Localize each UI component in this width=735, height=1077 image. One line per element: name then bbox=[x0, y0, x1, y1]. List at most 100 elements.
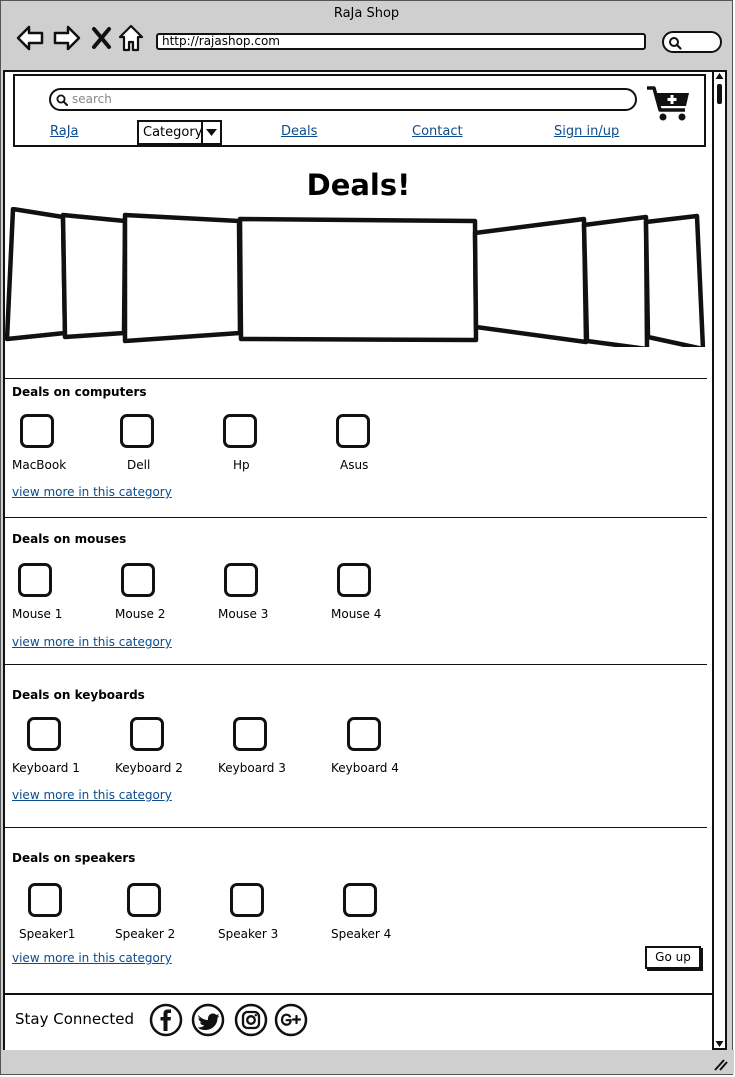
chevron-down-icon bbox=[206, 129, 217, 136]
search-icon bbox=[669, 37, 682, 50]
product-card[interactable]: Speaker 3 bbox=[218, 883, 278, 941]
stay-connected-label: Stay Connected bbox=[15, 1010, 135, 1028]
page-title: Deals! bbox=[306, 168, 411, 202]
address-bar[interactable]: http://rajashop.com bbox=[156, 33, 646, 50]
product-name[interactable]: Speaker1 bbox=[19, 927, 75, 941]
product-image-placeholder[interactable] bbox=[343, 883, 377, 917]
section-divider bbox=[5, 664, 707, 665]
product-name[interactable]: Dell bbox=[127, 458, 150, 472]
carousel-slide bbox=[60, 212, 128, 340]
scroll-thumb[interactable] bbox=[717, 84, 722, 104]
product-name[interactable]: Mouse 2 bbox=[115, 607, 165, 621]
add-to-cart-icon[interactable] bbox=[645, 84, 693, 124]
section-divider bbox=[5, 517, 707, 518]
vertical-scrollbar[interactable] bbox=[712, 70, 727, 1050]
product-card[interactable]: Keyboard 2 bbox=[115, 717, 183, 775]
product-card[interactable]: MacBook bbox=[12, 414, 66, 472]
home-icon[interactable] bbox=[118, 23, 144, 53]
carousel-slide bbox=[581, 214, 650, 347]
nav-home-link[interactable]: RaJa bbox=[50, 124, 79, 139]
facebook-icon[interactable] bbox=[149, 1003, 183, 1037]
section-title-computers: Deals on computers bbox=[12, 385, 147, 399]
section-title-keyboards: Deals on keyboards bbox=[12, 688, 145, 702]
scroll-up-arrow-icon[interactable] bbox=[715, 72, 724, 80]
instagram-icon[interactable] bbox=[234, 1003, 268, 1037]
product-name[interactable]: Speaker 4 bbox=[331, 927, 391, 941]
product-card[interactable]: Dell bbox=[120, 414, 154, 472]
product-name[interactable]: Mouse 3 bbox=[218, 607, 268, 621]
product-name[interactable]: MacBook bbox=[12, 458, 66, 472]
product-card[interactable]: Mouse 4 bbox=[331, 563, 381, 621]
product-image-placeholder[interactable] bbox=[130, 717, 164, 751]
product-name[interactable]: Keyboard 4 bbox=[331, 761, 399, 775]
resize-grip-icon[interactable] bbox=[712, 1057, 728, 1071]
section-title-mouses: Deals on mouses bbox=[12, 532, 127, 546]
product-card[interactable]: Mouse 3 bbox=[218, 563, 268, 621]
product-image-placeholder[interactable] bbox=[223, 414, 257, 448]
product-image-placeholder[interactable] bbox=[121, 563, 155, 597]
product-name[interactable]: Asus bbox=[340, 458, 368, 472]
product-image-placeholder[interactable] bbox=[20, 414, 54, 448]
nav-contact-link[interactable]: Contact bbox=[412, 124, 463, 139]
status-bar bbox=[1, 1050, 734, 1074]
dropdown-toggle[interactable] bbox=[201, 122, 220, 143]
product-card[interactable]: Speaker1 bbox=[19, 883, 75, 941]
product-card[interactable]: Hp bbox=[223, 414, 257, 472]
product-name[interactable]: Mouse 4 bbox=[331, 607, 381, 621]
view-more-link[interactable]: view more in this category bbox=[12, 788, 172, 802]
scroll-down-arrow-icon[interactable] bbox=[715, 1040, 724, 1048]
go-up-button[interactable]: Go up bbox=[645, 946, 701, 969]
product-image-placeholder[interactable] bbox=[28, 883, 62, 917]
product-image-placeholder[interactable] bbox=[18, 563, 52, 597]
stop-icon[interactable] bbox=[91, 23, 113, 53]
category-dropdown-label: Category bbox=[143, 125, 203, 140]
product-image-placeholder[interactable] bbox=[27, 717, 61, 751]
product-image-placeholder[interactable] bbox=[224, 563, 258, 597]
nav-sign-in-link[interactable]: Sign in/up bbox=[554, 124, 619, 139]
carousel-slide bbox=[122, 212, 243, 344]
product-card[interactable]: Keyboard 4 bbox=[331, 717, 399, 775]
product-name[interactable]: Keyboard 3 bbox=[218, 761, 286, 775]
product-card[interactable]: Keyboard 1 bbox=[12, 717, 80, 775]
product-image-placeholder[interactable] bbox=[120, 414, 154, 448]
product-name[interactable]: Speaker 2 bbox=[115, 927, 175, 941]
product-image-placeholder[interactable] bbox=[233, 717, 267, 751]
view-more-link[interactable]: view more in this category bbox=[12, 485, 172, 499]
search-icon bbox=[56, 94, 68, 106]
section-divider bbox=[5, 827, 707, 828]
category-dropdown[interactable]: Category bbox=[137, 120, 222, 145]
product-card[interactable]: Keyboard 3 bbox=[218, 717, 286, 775]
section-title-speakers: Deals on speakers bbox=[12, 851, 136, 865]
product-name[interactable]: Hp bbox=[233, 458, 250, 472]
browser-window: RaJa Shop http://rajashop.com search RaJ… bbox=[0, 0, 734, 1075]
carousel-slide bbox=[472, 216, 589, 345]
product-image-placeholder[interactable] bbox=[230, 883, 264, 917]
product-image-placeholder[interactable] bbox=[337, 563, 371, 597]
view-more-link[interactable]: view more in this category bbox=[12, 951, 172, 965]
product-image-placeholder[interactable] bbox=[127, 883, 161, 917]
page-viewport: search RaJa Category Deals Contact Sign … bbox=[3, 70, 712, 1050]
product-card[interactable]: Mouse 1 bbox=[12, 563, 62, 621]
forward-icon[interactable] bbox=[52, 23, 82, 53]
product-name[interactable]: Mouse 1 bbox=[12, 607, 62, 621]
window-title: RaJa Shop bbox=[333, 6, 400, 21]
carousel-slide bbox=[643, 213, 706, 347]
product-name[interactable]: Speaker 3 bbox=[218, 927, 278, 941]
deals-carousel[interactable] bbox=[5, 207, 710, 347]
product-image-placeholder[interactable] bbox=[336, 414, 370, 448]
nav-deals-link[interactable]: Deals bbox=[281, 124, 317, 139]
back-icon[interactable] bbox=[15, 23, 45, 53]
twitter-icon[interactable] bbox=[191, 1003, 225, 1037]
site-search-input[interactable]: search bbox=[49, 88, 637, 111]
product-card[interactable]: Asus bbox=[336, 414, 370, 472]
product-card[interactable]: Mouse 2 bbox=[115, 563, 165, 621]
product-image-placeholder[interactable] bbox=[347, 717, 381, 751]
view-more-link[interactable]: view more in this category bbox=[12, 635, 172, 649]
product-card[interactable]: Speaker 4 bbox=[331, 883, 391, 941]
search-placeholder: search bbox=[72, 92, 112, 106]
product-name[interactable]: Keyboard 1 bbox=[12, 761, 80, 775]
product-name[interactable]: Keyboard 2 bbox=[115, 761, 183, 775]
product-card[interactable]: Speaker 2 bbox=[115, 883, 175, 941]
google-plus-icon[interactable] bbox=[274, 1003, 308, 1037]
browser-search-field[interactable] bbox=[662, 31, 722, 53]
